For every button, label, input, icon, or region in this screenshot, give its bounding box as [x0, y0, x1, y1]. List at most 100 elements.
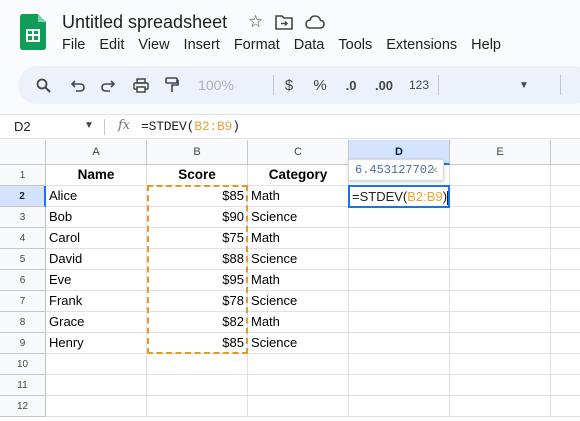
grid-cell[interactable]: $85	[147, 333, 248, 354]
grid-cell[interactable]	[551, 396, 580, 417]
grid-cell[interactable]: $78	[147, 291, 248, 312]
currency-format-button[interactable]: $	[280, 66, 298, 104]
grid-cell[interactable]	[349, 396, 450, 417]
grid-cell[interactable]	[248, 375, 349, 396]
grid-cell[interactable]	[551, 228, 580, 249]
search-menus-icon[interactable]	[32, 66, 54, 104]
row-header-10[interactable]: 10	[0, 354, 46, 375]
header-cell[interactable]: Score	[147, 165, 248, 186]
grid-cell[interactable]	[349, 354, 450, 375]
increase-decimal-button[interactable]: .00	[371, 66, 397, 104]
grid-cell[interactable]	[551, 291, 580, 312]
grid-cell[interactable]	[450, 291, 551, 312]
grid-cell[interactable]	[551, 270, 580, 291]
grid-cell[interactable]: Math	[248, 228, 349, 249]
grid-cell[interactable]	[450, 186, 551, 207]
zoom-select[interactable]: 100%	[192, 66, 240, 104]
column-header-f[interactable]	[551, 140, 580, 165]
grid-cell[interactable]	[450, 270, 551, 291]
cloud-saved-icon[interactable]	[305, 15, 326, 29]
grid-cell[interactable]: Science	[248, 291, 349, 312]
grid-cell[interactable]	[551, 354, 580, 375]
grid-cell[interactable]	[551, 375, 580, 396]
grid-cell[interactable]: Eve	[46, 270, 147, 291]
grid-cell[interactable]	[551, 186, 580, 207]
formula-input[interactable]: =STDEV(B2:B9)	[141, 119, 240, 134]
chevron-down-icon[interactable]: ▼	[516, 66, 532, 104]
grid-cell[interactable]: Grace	[46, 312, 147, 333]
menu-format[interactable]: Format	[234, 37, 280, 53]
row-header-12[interactable]: 12	[0, 396, 46, 417]
menu-data[interactable]: Data	[294, 37, 325, 53]
row-header-9[interactable]: 9	[0, 333, 46, 354]
grid-cell[interactable]	[349, 312, 450, 333]
column-header-b[interactable]: B	[147, 140, 248, 165]
grid-cell[interactable]: David	[46, 249, 147, 270]
grid-cell[interactable]	[349, 228, 450, 249]
column-header-e[interactable]: E	[450, 140, 551, 165]
grid-cell[interactable]	[46, 375, 147, 396]
row-header-11[interactable]: 11	[0, 375, 46, 396]
sheets-logo-icon[interactable]	[20, 14, 46, 50]
grid-cell[interactable]: Science	[248, 249, 349, 270]
row-header-7[interactable]: 7	[0, 291, 46, 312]
grid-cell[interactable]	[450, 375, 551, 396]
select-all-corner[interactable]	[0, 140, 46, 165]
column-header-c[interactable]: C	[248, 140, 349, 165]
grid-cell[interactable]: Bob	[46, 207, 147, 228]
row-header-4[interactable]: 4	[0, 228, 46, 249]
name-box[interactable]: D2	[14, 119, 31, 134]
grid-cell[interactable]	[147, 375, 248, 396]
grid-cell[interactable]	[450, 333, 551, 354]
paint-format-icon[interactable]	[161, 66, 183, 104]
grid-cell[interactable]	[349, 291, 450, 312]
grid-cell[interactable]	[450, 228, 551, 249]
grid-cell[interactable]: $95	[147, 270, 248, 291]
document-title[interactable]: Untitled spreadsheet	[62, 12, 227, 33]
grid-cell[interactable]	[349, 249, 450, 270]
grid-cell[interactable]: Math	[248, 270, 349, 291]
header-cell[interactable]: Name	[46, 165, 147, 186]
grid-cell[interactable]	[450, 249, 551, 270]
grid-cell[interactable]	[46, 396, 147, 417]
close-icon[interactable]: ×	[431, 163, 438, 177]
more-formats-button[interactable]: 123	[406, 66, 432, 104]
grid-cell[interactable]	[450, 207, 551, 228]
grid-cell[interactable]: Math	[248, 312, 349, 333]
grid-cell[interactable]	[450, 312, 551, 333]
grid-cell[interactable]: Science	[248, 207, 349, 228]
percent-format-button[interactable]: %	[311, 66, 329, 104]
grid-cell[interactable]	[46, 354, 147, 375]
grid-cell[interactable]	[349, 333, 450, 354]
grid-cell[interactable]: $85	[147, 186, 248, 207]
grid-cell[interactable]: $90	[147, 207, 248, 228]
grid-cell[interactable]: Carol	[46, 228, 147, 249]
grid-cell[interactable]: $88	[147, 249, 248, 270]
grid-cell[interactable]	[450, 396, 551, 417]
row-header-1[interactable]: 1	[0, 165, 46, 186]
menu-help[interactable]: Help	[471, 37, 501, 53]
print-icon[interactable]	[130, 66, 152, 104]
grid-cell[interactable]	[349, 207, 450, 228]
redo-icon[interactable]	[97, 66, 119, 104]
active-cell-editor[interactable]: =STDEV(B2:B9)	[348, 185, 450, 208]
grid-cell[interactable]	[551, 207, 580, 228]
row-header-5[interactable]: 5	[0, 249, 46, 270]
grid-cell[interactable]	[551, 165, 580, 186]
menu-extensions[interactable]: Extensions	[386, 37, 457, 53]
grid-cell[interactable]	[551, 312, 580, 333]
grid-cell[interactable]	[349, 375, 450, 396]
menu-file[interactable]: File	[62, 37, 85, 53]
grid-cell[interactable]	[450, 354, 551, 375]
row-header-3[interactable]: 3	[0, 207, 46, 228]
grid-cell[interactable]: Henry	[46, 333, 147, 354]
header-cell[interactable]: Category	[248, 165, 349, 186]
grid-cell[interactable]	[551, 249, 580, 270]
grid-cell[interactable]: Alice	[46, 186, 147, 207]
name-box-dropdown-icon[interactable]: ▼	[84, 120, 94, 131]
grid-cell[interactable]	[551, 333, 580, 354]
grid-cell[interactable]	[450, 165, 551, 186]
menu-view[interactable]: View	[138, 37, 169, 53]
star-icon[interactable]: ☆	[248, 12, 263, 32]
menu-edit[interactable]: Edit	[99, 37, 124, 53]
